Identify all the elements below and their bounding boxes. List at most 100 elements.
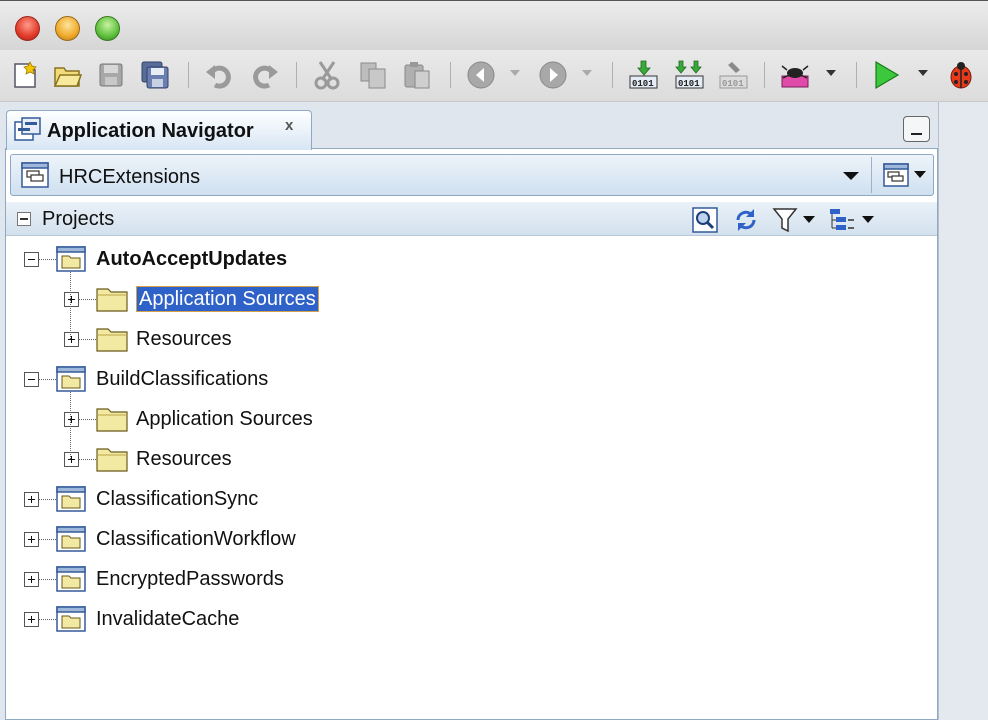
folder-node[interactable]: Resources (136, 447, 232, 471)
cut-icon[interactable] (312, 60, 342, 90)
window-title-bar (0, 0, 988, 50)
tree-expander[interactable] (24, 492, 39, 507)
svg-text:0101: 0101 (632, 79, 654, 89)
tree-connector (39, 259, 56, 260)
folder-node[interactable]: Application Sources (136, 286, 319, 312)
folder-node[interactable]: Application Sources (136, 407, 313, 431)
projects-header: Projects (6, 202, 937, 236)
tree-connector (39, 619, 56, 620)
application-navigator-icon (14, 117, 41, 141)
toolbar-separator (764, 62, 765, 88)
application-selector-value: HRCExtensions (59, 166, 201, 188)
forward-dropdown-arrow[interactable] (582, 70, 592, 76)
profile-icon[interactable] (780, 60, 810, 90)
tree-expander[interactable] (64, 292, 79, 307)
tree-expander[interactable] (24, 372, 39, 387)
tree-connector (39, 539, 56, 540)
search-icon[interactable] (692, 207, 718, 233)
project-node[interactable]: BuildClassifications (96, 367, 268, 391)
tree-expander[interactable] (64, 452, 79, 467)
filter-dropdown-arrow[interactable] (803, 216, 815, 223)
svg-text:0101: 0101 (722, 79, 744, 89)
new-icon[interactable] (10, 60, 40, 90)
tree-expander[interactable] (24, 612, 39, 627)
toolbar-separator (450, 62, 451, 88)
minimize-panel-button[interactable] (903, 116, 930, 142)
forward-icon[interactable] (538, 60, 568, 90)
folder-node[interactable]: Resources (136, 327, 232, 351)
minimize-window-button[interactable] (55, 16, 80, 41)
redo-icon[interactable] (250, 60, 280, 90)
run-dropdown-arrow[interactable] (918, 70, 928, 76)
run-icon[interactable] (872, 60, 902, 90)
profile-dropdown-arrow[interactable] (826, 70, 836, 76)
tree-connector (79, 339, 96, 340)
clean-icon[interactable]: 0101 (718, 60, 748, 90)
application-selector[interactable]: HRCExtensions (10, 154, 934, 196)
project-node[interactable]: InvalidateCache (96, 607, 239, 631)
make-icon[interactable]: 0101 (628, 60, 658, 90)
tree-connector (39, 579, 56, 580)
application-menu-button[interactable] (871, 157, 933, 193)
project-node[interactable]: ClassificationSync (96, 487, 258, 511)
paste-icon[interactable] (402, 60, 432, 90)
refresh-icon[interactable] (732, 206, 760, 234)
tree-connector (39, 379, 56, 380)
folder-icon (96, 406, 128, 432)
folder-icon (96, 446, 128, 472)
save-icon[interactable] (96, 60, 126, 90)
tree-connector (70, 392, 71, 459)
filter-icon[interactable] (772, 206, 798, 234)
rebuild-icon[interactable]: 0101 (674, 60, 704, 90)
tree-expander[interactable] (24, 532, 39, 547)
project-icon (56, 366, 86, 392)
tree-connector (70, 272, 71, 339)
side-dock (938, 102, 988, 720)
application-icon (21, 162, 49, 188)
back-dropdown-arrow[interactable] (510, 70, 520, 76)
project-node[interactable]: ClassificationWorkflow (96, 527, 296, 551)
tree-connector (79, 459, 96, 460)
tree-expander[interactable] (64, 412, 79, 427)
view-options-dropdown-arrow[interactable] (862, 216, 874, 223)
toolbar-separator (612, 62, 613, 88)
chevron-down-icon (914, 171, 926, 178)
undo-icon[interactable] (204, 60, 234, 90)
close-window-button[interactable] (15, 16, 40, 41)
back-icon[interactable] (466, 60, 496, 90)
project-icon (56, 566, 86, 592)
tree-expander[interactable] (24, 572, 39, 587)
project-icon (56, 246, 86, 272)
toolbar-separator (296, 62, 297, 88)
projects-label: Projects (42, 208, 115, 230)
copy-icon[interactable] (358, 60, 388, 90)
tree-expander[interactable] (64, 332, 79, 347)
debug-icon[interactable] (946, 60, 976, 90)
project-icon (56, 526, 86, 552)
tab-label: Application Navigator (47, 120, 254, 142)
tree-expander[interactable] (24, 252, 39, 267)
folder-icon (96, 286, 128, 312)
toolbar-separator (188, 62, 189, 88)
toolbar-separator (856, 62, 857, 88)
application-menu-icon (883, 163, 909, 187)
folder-icon (96, 326, 128, 352)
tab-close-icon[interactable]: x (285, 117, 293, 134)
tree-connector (39, 499, 56, 500)
save-all-icon[interactable] (140, 60, 170, 90)
tree-connector (79, 419, 96, 420)
open-icon[interactable] (52, 60, 82, 90)
tab-application-navigator[interactable]: Application Navigator x (6, 110, 312, 150)
svg-text:0101: 0101 (678, 79, 700, 89)
view-options-icon[interactable] (828, 207, 856, 233)
project-icon (56, 486, 86, 512)
project-tree: AutoAcceptUpdates Application Sources Re… (6, 237, 937, 720)
project-node[interactable]: EncryptedPasswords (96, 567, 284, 591)
application-dropdown-arrow[interactable] (843, 172, 859, 180)
zoom-window-button[interactable] (95, 16, 120, 41)
collapse-projects-icon[interactable] (17, 212, 31, 226)
project-icon (56, 606, 86, 632)
project-node[interactable]: AutoAcceptUpdates (96, 247, 287, 271)
tree-connector (31, 259, 32, 619)
tree-connector (79, 299, 96, 300)
